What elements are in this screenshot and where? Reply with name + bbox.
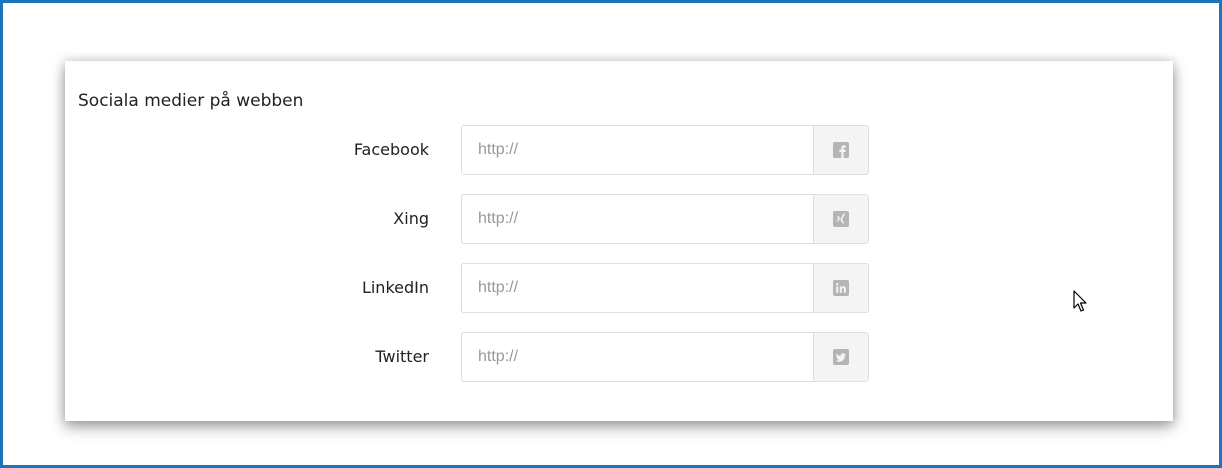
facebook-label: Facebook <box>353 140 429 159</box>
xing-addon <box>813 195 868 243</box>
linkedin-icon <box>833 280 849 296</box>
twitter-row: Twitter <box>65 332 1173 382</box>
xing-input-group <box>461 194 869 244</box>
xing-icon <box>833 211 849 227</box>
twitter-url-input[interactable] <box>462 333 813 381</box>
section-title: Sociala medier på webben <box>78 91 304 111</box>
facebook-icon <box>833 142 849 158</box>
xing-row: Xing <box>65 194 1173 244</box>
xing-url-input[interactable] <box>462 195 813 243</box>
window-frame: Sociala medier på webben Facebook Xing <box>0 0 1222 468</box>
facebook-addon <box>813 126 868 174</box>
mouse-cursor-icon <box>1073 290 1087 312</box>
social-media-panel: Sociala medier på webben Facebook Xing <box>65 61 1173 421</box>
facebook-row: Facebook <box>65 125 1173 175</box>
twitter-input-group <box>461 332 869 382</box>
linkedin-addon <box>813 264 868 312</box>
twitter-icon <box>833 349 849 365</box>
xing-label: Xing <box>393 209 429 228</box>
linkedin-url-input[interactable] <box>462 264 813 312</box>
linkedin-label: LinkedIn <box>361 278 429 297</box>
twitter-addon <box>813 333 868 381</box>
facebook-input-group <box>461 125 869 175</box>
facebook-url-input[interactable] <box>462 126 813 174</box>
linkedin-input-group <box>461 263 869 313</box>
twitter-label: Twitter <box>375 347 429 366</box>
linkedin-row: LinkedIn <box>65 263 1173 313</box>
